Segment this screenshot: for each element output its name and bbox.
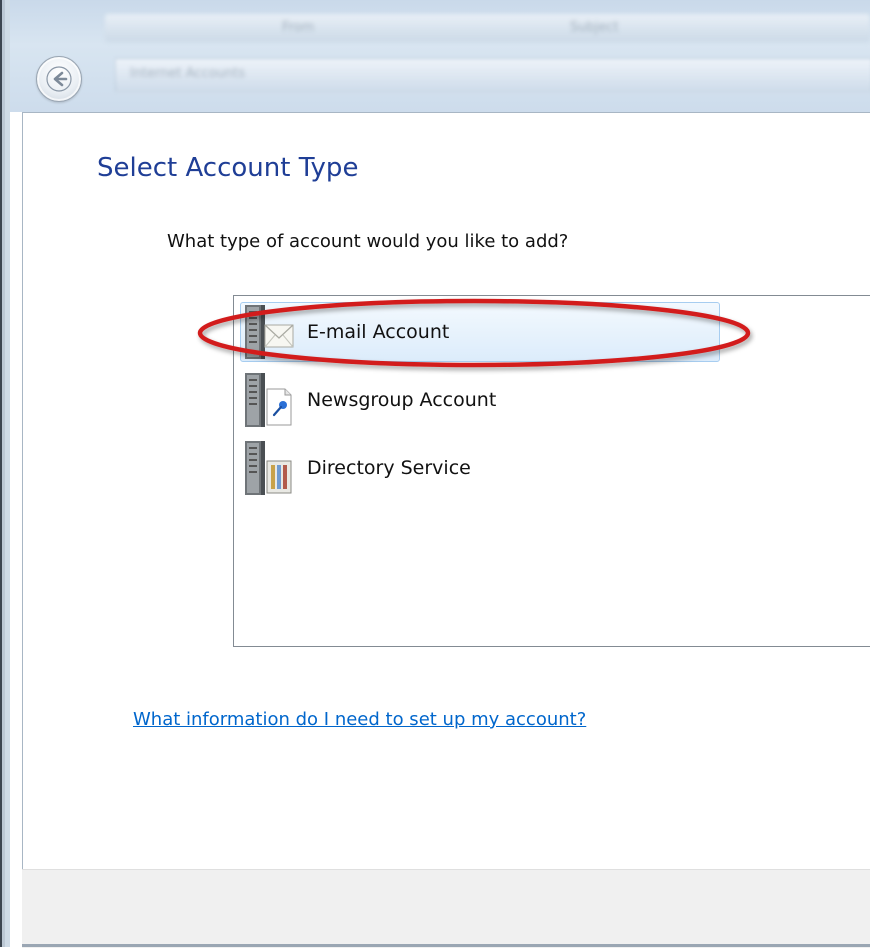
newsgroup-account-label: Newsgroup Account: [307, 389, 497, 411]
wizard-content-panel: Select Account Type What type of account…: [22, 112, 870, 871]
background-window-header: [105, 14, 870, 42]
window-frame-edge: [0, 0, 10, 947]
background-column-subject: Subject: [570, 20, 619, 35]
list-item-newsgroup-account[interactable]: Newsgroup Account: [240, 368, 720, 432]
aero-glass-header: From Subject Internet Accounts: [10, 0, 870, 112]
list-item-email-account[interactable]: E-mail Account: [240, 302, 720, 362]
account-type-listbox[interactable]: E-mail Account Newsgroup Account Directo…: [233, 295, 870, 647]
account-type-question: What type of account would you like to a…: [167, 231, 569, 252]
background-row-text: Internet Accounts: [130, 66, 246, 81]
account-setup-help-link[interactable]: What information do I need to set up my …: [133, 709, 586, 730]
email-server-icon: [245, 305, 294, 359]
back-button[interactable]: [36, 56, 82, 102]
list-item-directory-service[interactable]: Directory Service: [240, 436, 720, 500]
page-title: Select Account Type: [97, 153, 359, 183]
background-column-from: From: [282, 20, 315, 35]
back-arrow-icon: [46, 66, 72, 92]
newsgroup-server-icon: [245, 373, 292, 427]
directory-server-icon: [245, 441, 292, 495]
email-account-label: E-mail Account: [307, 321, 450, 343]
directory-service-label: Directory Service: [307, 457, 471, 479]
wizard-button-bar: [22, 869, 870, 948]
